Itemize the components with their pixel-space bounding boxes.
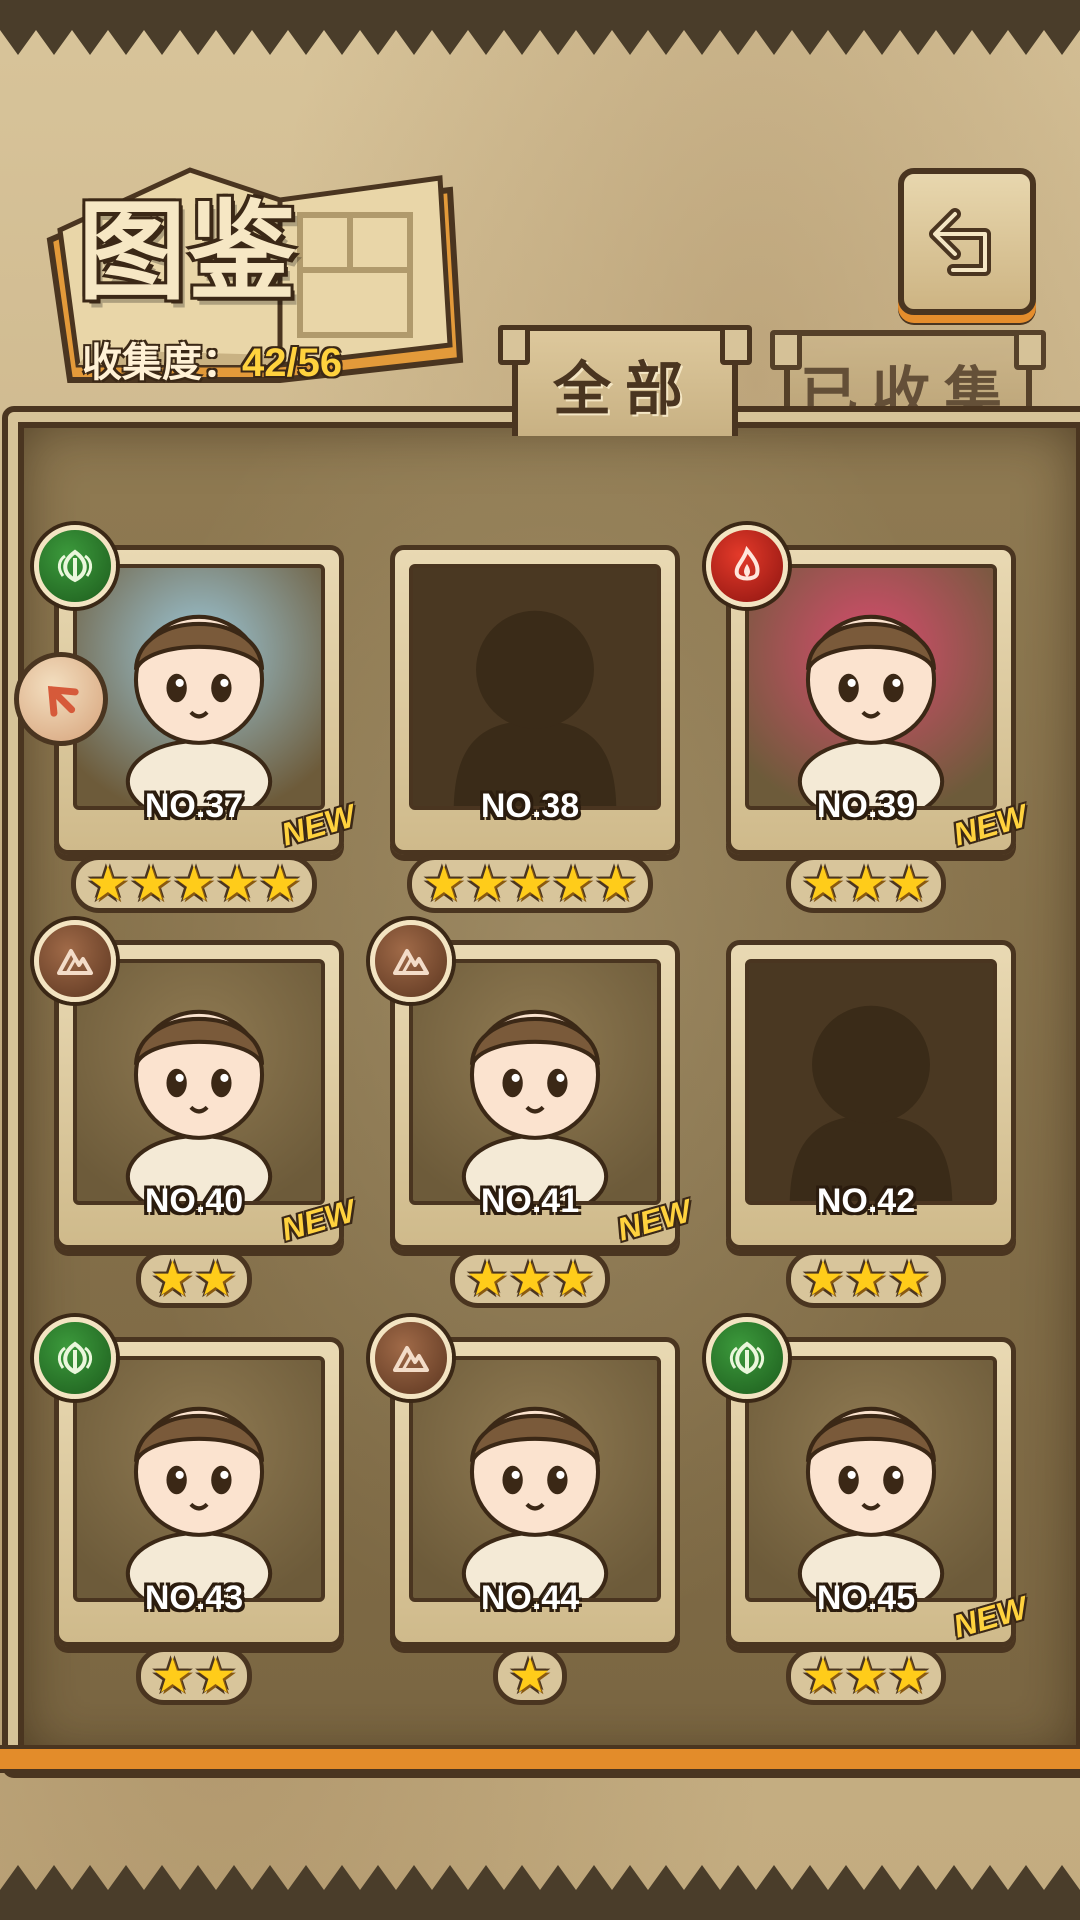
return-arrow-icon	[929, 207, 991, 276]
wind-icon	[706, 1317, 788, 1399]
tab-all[interactable]: 全部	[498, 325, 752, 436]
character-art	[125, 1009, 273, 1201]
silhouette-art	[453, 610, 617, 806]
character-art	[125, 1406, 273, 1598]
card-number: NO.44	[480, 1579, 580, 1617]
star-icon: ★	[508, 1648, 552, 1704]
wind-icon	[34, 1317, 116, 1399]
star-icon: ★★★	[801, 856, 931, 912]
panel-bottom-trim	[0, 1745, 1080, 1773]
collection-card[interactable]: NO.45 ★★★ NEW	[706, 1317, 1031, 1705]
arrow-icon	[47, 685, 79, 717]
collection-card[interactable]: NO.44 ★	[370, 1317, 684, 1705]
collection-value: 42/56	[242, 341, 343, 385]
character-portrait	[409, 959, 661, 1205]
star-icon: ★★★★★	[86, 856, 302, 912]
collection-card[interactable]: NO.38 ★★★★★	[376, 535, 684, 913]
star-rating-bar: ★★★	[786, 1647, 946, 1705]
star-rating-bar: ★★★	[786, 1250, 946, 1308]
star-rating-bar: ★★★	[786, 855, 946, 913]
star-rating-bar: ★★★★★	[407, 855, 653, 913]
earth-icon	[34, 920, 116, 1002]
star-rating-bar: ★★	[135, 1250, 253, 1308]
collection-progress: 收集度：42/56	[82, 330, 342, 388]
star-icon: ★★★	[465, 1251, 595, 1307]
character-art	[461, 1406, 609, 1598]
character-art	[125, 614, 273, 806]
page-title: 图鉴	[78, 189, 299, 315]
card-number: NO.38	[480, 787, 580, 825]
character-portrait	[73, 1356, 325, 1602]
star-rating: ★★★	[712, 1647, 1020, 1705]
card-number: NO.43	[144, 1579, 244, 1617]
character-portrait	[73, 564, 325, 810]
star-rating: ★★	[40, 1250, 348, 1308]
locked-silhouette	[745, 959, 997, 1205]
star-icon: ★★★	[801, 1251, 931, 1307]
star-rating: ★★★★★	[40, 855, 348, 913]
star-rating: ★★	[40, 1647, 348, 1705]
collection-card[interactable]: NO.40 ★★ NEW	[34, 920, 359, 1308]
character-art	[461, 1009, 609, 1201]
star-rating: ★★★	[376, 1250, 684, 1308]
star-icon: ★★★★★	[422, 856, 638, 912]
card-number: NO.42	[816, 1182, 916, 1220]
collection-card[interactable]: NO.39 ★★★ NEW	[706, 525, 1031, 913]
silhouette-art	[789, 1005, 953, 1201]
character-portrait	[745, 1356, 997, 1602]
earth-icon	[370, 920, 452, 1002]
character-portrait	[73, 959, 325, 1205]
back-button[interactable]	[898, 168, 1036, 315]
collection-label: 收集度：	[82, 340, 242, 386]
collection-card[interactable]: NO.41 ★★★ NEW	[370, 920, 695, 1308]
star-icon: ★★★	[801, 1648, 931, 1704]
star-icon: ★★	[150, 1251, 238, 1307]
character-portrait	[745, 564, 997, 810]
star-rating: ★	[376, 1647, 684, 1705]
star-rating-bar: ★★★★★	[71, 855, 317, 913]
fire-icon	[706, 525, 788, 607]
star-rating-bar: ★★	[135, 1647, 253, 1705]
character-art	[797, 614, 945, 806]
star-rating: ★★★	[712, 855, 1020, 913]
star-rating-bar: ★	[493, 1647, 567, 1705]
character-portrait	[409, 1356, 661, 1602]
earth-icon	[370, 1317, 452, 1399]
collection-card[interactable]: NO.42 ★★★	[712, 930, 1020, 1308]
character-art	[797, 1406, 945, 1598]
top-zigzag-border	[0, 0, 1080, 55]
collection-card[interactable]: NO.43 ★★	[34, 1317, 348, 1705]
star-icon: ★★	[150, 1648, 238, 1704]
wind-icon	[34, 525, 116, 607]
star-rating-bar: ★★★	[450, 1250, 610, 1308]
star-rating: ★★★	[712, 1250, 1020, 1308]
bottom-zigzag-border	[0, 1865, 1080, 1920]
locked-silhouette	[409, 564, 661, 810]
scroll-left-button[interactable]	[14, 652, 108, 746]
star-rating: ★★★★★	[376, 855, 684, 913]
